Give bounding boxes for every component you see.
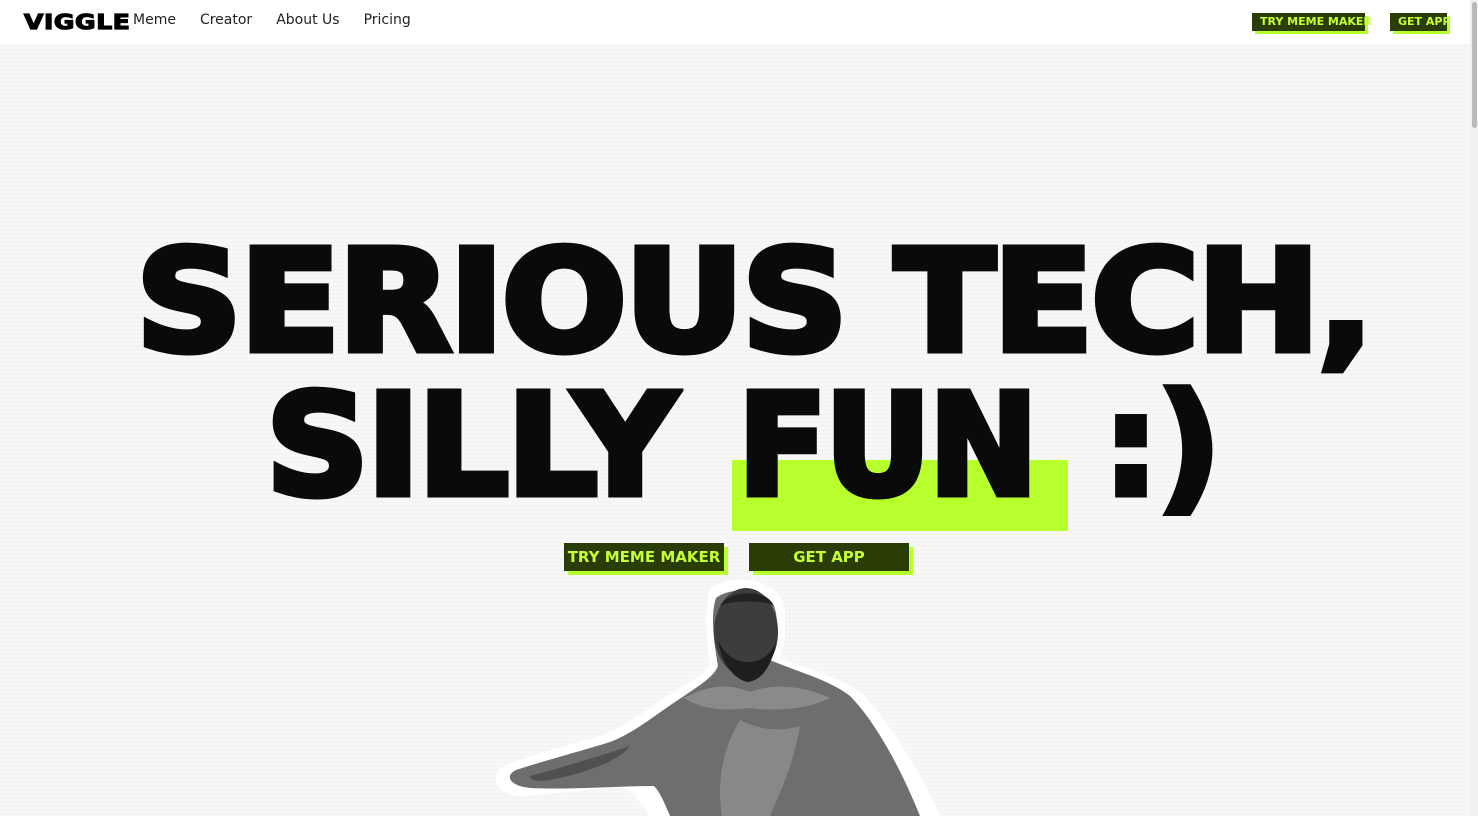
hero-get-app-button[interactable]: GET APP [749, 543, 909, 571]
hero-headline-line1: SERIOUS TECH, [132, 221, 1377, 384]
hero-headline-smiley: :) [1100, 365, 1225, 528]
nav-link-creator[interactable]: Creator [200, 12, 252, 28]
hero-try-meme-maker-button[interactable]: TRY MEME MAKER [564, 543, 724, 571]
hero-figure-image [495, 580, 940, 816]
header-try-meme-maker-button[interactable]: TRY MEME MAKER [1252, 13, 1372, 31]
nav-link-about-us[interactable]: About Us [276, 12, 339, 28]
nav-link-meme[interactable]: Meme [133, 12, 176, 28]
top-navbar: VIGGLE Meme Creator About Us Pricing TRY… [0, 0, 1470, 44]
header-get-app-button[interactable]: GET APP [1390, 13, 1451, 31]
hero-headline-fun: FUN [735, 365, 1041, 528]
viggle-logo[interactable]: VIGGLE [23, 9, 130, 34]
nav-link-pricing[interactable]: Pricing [364, 12, 411, 28]
main-nav: Meme Creator About Us Pricing [133, 12, 435, 28]
page: VIGGLE Meme Creator About Us Pricing TRY… [0, 0, 1478, 816]
scrollbar-thumb[interactable] [1472, 2, 1477, 128]
hero-headline-silly: SILLY [262, 365, 680, 528]
page-scrollbar[interactable] [1470, 0, 1478, 816]
